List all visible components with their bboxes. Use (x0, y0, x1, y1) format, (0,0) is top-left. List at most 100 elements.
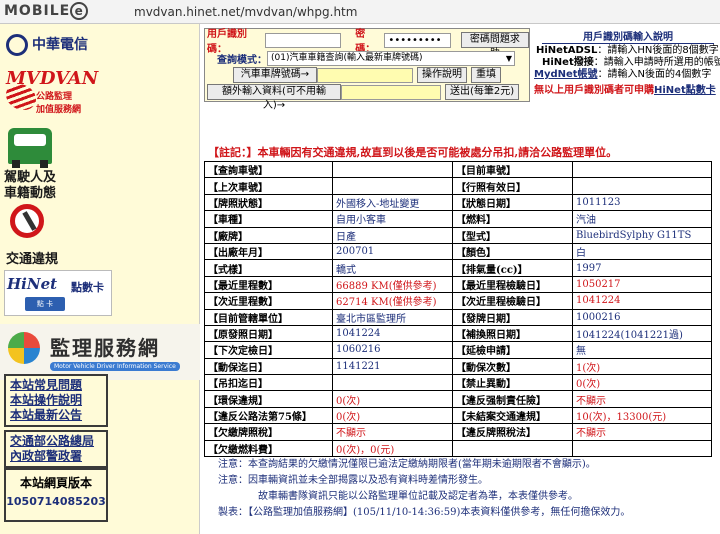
version-box: 本站網頁版本 1050714085203 (4, 468, 108, 522)
reset-button[interactable]: 重填 (471, 67, 501, 83)
user-id-input[interactable] (265, 32, 342, 48)
field-label: 【廠牌】 (204, 226, 333, 244)
extra-data-button[interactable]: 額外輸入資料(可不用輸入)→ (207, 84, 341, 111)
field-label: 【狀態日期】 (452, 193, 573, 212)
field-label: 【式樣】 (204, 259, 333, 277)
no-entry-sign-icon[interactable] (10, 204, 44, 238)
field-label: 【查詢車號】 (204, 160, 333, 179)
table-row: 【牌照狀態】 外國移入-地址變更 【狀態日期】 1011123 (204, 193, 712, 212)
plate-number-button[interactable]: 汽車車牌號碼→ (233, 67, 317, 83)
field-value: 1060216 (332, 341, 453, 359)
field-value: 1050217 (572, 275, 712, 294)
field-value: 轎式 (332, 259, 453, 277)
table-row: 【車種】 自用小客車 【燃料】 汽油 (204, 210, 712, 228)
traffic-violation-link[interactable]: 交通違規 (6, 248, 58, 267)
mvdvan-logo[interactable]: MVDVAN 公路監理 加值服務網 (6, 68, 102, 124)
field-label: 【最近里程檢驗日】 (452, 275, 573, 294)
cht-logo-icon (6, 34, 28, 56)
field-value: 1041224(1041221過) (572, 324, 712, 343)
field-value: BluebirdSylphy G11TS (572, 226, 712, 244)
field-value: 1997 (572, 259, 712, 277)
field-label: 【發牌日期】 (452, 308, 573, 326)
field-value: 1000216 (572, 308, 712, 326)
field-label: 【次近里程檢驗日】 (452, 292, 573, 310)
submit-button[interactable]: 送出(每筆2元) (445, 84, 520, 100)
highway-bureau-link[interactable]: 交通部公路總局 (10, 434, 102, 449)
url-text[interactable]: mvdvan.hinet.net/mvdvan/whpg.htm (134, 5, 357, 19)
site-watermark-logo: MOBILE e (4, 2, 89, 20)
vehicle-info-table: 【查詢車號】 【目前車號】 【上次車號】 【行照有效日】 【牌照狀態】 外國移入-地址變更… (204, 160, 712, 458)
left-sidebar: 中華電信 MVDVAN 公路監理 加值服務網 駕駛人及 車籍動態 交通違規 Hi… (0, 24, 200, 534)
extra-data-input[interactable] (341, 84, 441, 100)
police-agency-link[interactable]: 內政部警政署 (10, 449, 102, 464)
car-icon[interactable] (8, 128, 52, 168)
plate-number-input[interactable] (317, 67, 413, 83)
field-label: 【目前車號】 (452, 160, 573, 179)
field-value: 日產 (332, 226, 453, 244)
field-value: 1011123 (572, 193, 712, 212)
service-network-banner[interactable]: 監理服務網 Motor Vehicle Driver Information S… (0, 324, 200, 380)
table-row: 【違反公路法第75條】 0(次) 【未結案交通違規】 10(次)，13300(元) (204, 406, 712, 425)
driver-vehicle-link[interactable]: 駕駛人及 車籍動態 (4, 170, 64, 202)
field-label: 【上次車號】 (204, 177, 333, 195)
field-label: 【顏色】 (452, 242, 573, 261)
password-help-button[interactable]: 密碼問題求助 (460, 32, 529, 59)
field-value: 無 (572, 341, 712, 359)
field-value (332, 160, 453, 179)
field-value: 0(次) (332, 406, 453, 425)
field-label: 【吊扣迄日】 (204, 374, 333, 392)
table-row: 【目前管轄單位】 臺北市區監理所 【發牌日期】 1000216 (204, 308, 712, 326)
field-label: 【欠繳燃料費】 (204, 439, 333, 458)
query-mode-label: 查詢模式： (217, 54, 267, 66)
table-row: 【廠牌】 日產 【型式】 BluebirdSylphy G11TS (204, 226, 712, 244)
field-value: 0(次) (572, 374, 712, 392)
field-label: 【欠繳牌照稅】 (204, 423, 333, 441)
password-input[interactable]: ••••••••• (384, 32, 451, 48)
mydnet-link[interactable]: MydNet帳號 (534, 69, 598, 80)
field-value (332, 177, 453, 195)
announcement-link[interactable]: 本站最新公告 (10, 408, 102, 423)
field-value: 10(次)，13300(元) (572, 406, 712, 425)
field-label: 【未結案交通違規】 (452, 406, 573, 425)
table-row: 【上次車號】 【行照有效日】 (204, 177, 712, 195)
operation-guide-link[interactable]: 本站操作說明 (10, 393, 102, 408)
notice-1: 注意：本查詢結果的欠繳情況僅限已逾法定繳納期限者(當年期未逾期限者不會顯示)。 (218, 459, 596, 471)
field-label: 【違反公路法第75條】 (204, 406, 333, 425)
field-value: 66889 KM(僅供參考) (332, 275, 453, 294)
hinet-points-card-banner[interactable]: HiNet 點數卡 點 卡 (4, 270, 112, 316)
field-label: 【排氣量(cc)】 (452, 259, 573, 277)
cht-logo[interactable]: 中華電信 (6, 34, 88, 56)
field-value: 1041224 (572, 292, 712, 310)
field-label: 【牌照狀態】 (204, 193, 333, 212)
field-label: 【行照有效日】 (452, 177, 573, 195)
field-label: 【出廠年月】 (204, 242, 333, 261)
warning-notice: 【註記：】本車輛因有交通違規,故直到以後是否可能被處分吊扣,請洽公路監理單位。 (208, 146, 618, 159)
field-value (572, 177, 712, 195)
table-row: 【動保迄日】 1141221 【動保次數】 1(次) (204, 357, 712, 376)
field-value: 外國移入-地址變更 (332, 193, 453, 212)
table-row: 【最近里程數】 66889 KM(僅供參考) 【最近里程檢驗日】 1050217 (204, 275, 712, 294)
help-button[interactable]: 操作說明 (417, 67, 467, 83)
field-label: 【動保迄日】 (204, 357, 333, 376)
query-mode-select[interactable]: (01)汽車車籍查詢(輸入最新車牌號碼) ▼ (267, 50, 515, 66)
external-links: 交通部公路總局 內政部警政署 (4, 430, 108, 468)
table-row: 【欠繳燃料費】 0(次)，0(元) (204, 439, 712, 458)
table-row: 【原發照日期】 1041224 【補換照日期】 1041224(1041221過) (204, 324, 712, 343)
field-value (572, 439, 712, 458)
field-value: 不顯示 (572, 423, 712, 441)
table-row: 【出廠年月】 200701 【顏色】白 (204, 242, 712, 261)
points-card-icon: 點 卡 (25, 297, 65, 311)
field-label: 【補換照日期】 (452, 324, 573, 343)
table-row: 【式樣】 轎式 【排氣量(cc)】 1997 (204, 259, 712, 277)
table-row: 【查詢車號】 【目前車號】 (204, 160, 712, 179)
hinet-card-link[interactable]: HiNet點數卡 (654, 85, 716, 96)
field-label: 【原發照日期】 (204, 324, 333, 343)
table-row: 【吊扣迄日】 【禁止異動】 0(次) (204, 374, 712, 392)
field-value: 200701 (332, 242, 453, 261)
faq-link[interactable]: 本站常見問題 (10, 378, 102, 393)
field-value: 0(次)，0(元) (332, 439, 453, 458)
field-value: 白 (572, 242, 712, 261)
field-label: 【環保違規】 (204, 390, 333, 408)
field-label: 【下次定檢日】 (204, 341, 333, 359)
field-value: 1041224 (332, 324, 453, 343)
